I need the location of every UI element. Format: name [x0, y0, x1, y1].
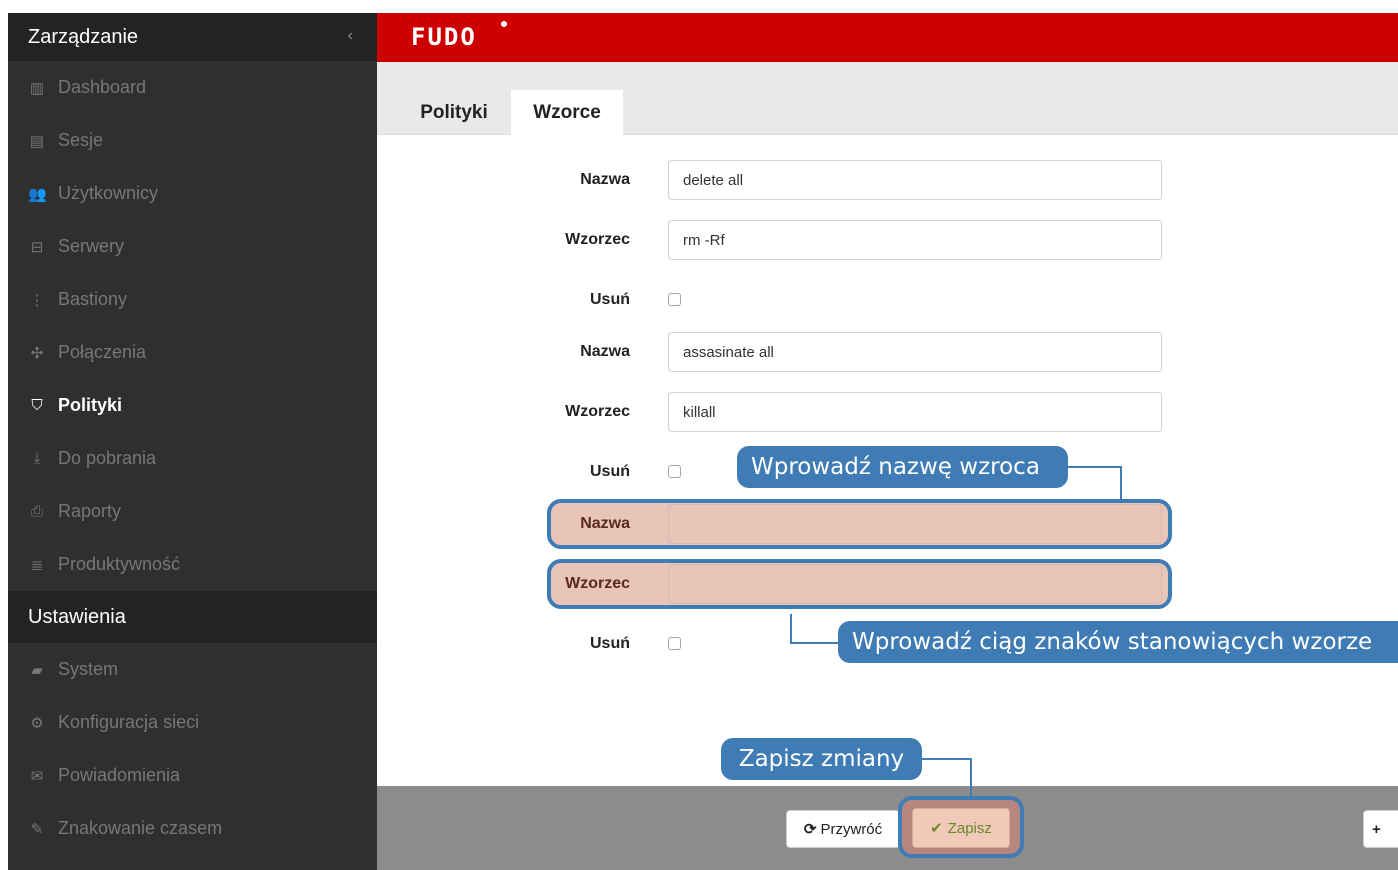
edit-icon: ✎: [30, 820, 44, 838]
sidebar-item-bastions[interactable]: ⋮ Bastiony: [8, 273, 377, 326]
bastion-icon: ⋮: [29, 291, 45, 309]
sidebar-item-servers[interactable]: ⊟ Serwery: [8, 220, 377, 273]
logo-dot: [501, 21, 507, 27]
sidebar-section-settings-title: Ustawienia: [28, 605, 126, 628]
delete-checkbox[interactable]: [668, 293, 681, 306]
callout-connector: [790, 614, 792, 644]
pattern-label: Wzorzec: [565, 575, 630, 592]
sidebar-item-notifications[interactable]: ✉ Powiadomienia: [8, 749, 377, 802]
sidebar-item-label: Sesje: [58, 130, 104, 150]
callout-connector: [790, 642, 840, 644]
pattern-input[interactable]: killall: [668, 392, 1162, 432]
sidebar-item-dashboard[interactable]: ▥ Dashboard: [8, 61, 377, 114]
callout-connector: [1068, 466, 1122, 468]
delete-label: Usuń: [590, 463, 630, 480]
delete-label: Usuń: [590, 291, 630, 308]
dashboard-icon: ▥: [29, 79, 45, 97]
sidebar-item-label: Bastiony: [58, 289, 128, 309]
top-bar: FUDO: [377, 13, 1398, 62]
delete-checkbox[interactable]: [668, 465, 681, 478]
callout-connector: [922, 758, 972, 760]
pattern-label: Wzorzec: [565, 403, 630, 420]
callout-connector: [970, 758, 972, 798]
envelope-icon: ✉: [30, 767, 44, 785]
folder-icon: ▰: [31, 661, 43, 679]
refresh-icon: ⟳: [803, 821, 817, 838]
save-button[interactable]: ✔ Zapisz: [912, 808, 1010, 848]
sidebar-item-label: Znakowanie czasem: [58, 818, 223, 838]
sidebar-item-label: Konfiguracja sieci: [58, 712, 200, 732]
connections-icon: ✣: [30, 344, 44, 362]
add-button[interactable]: +: [1363, 810, 1398, 848]
sidebar-item-timestamping[interactable]: ✎ Znakowanie czasem: [8, 802, 377, 855]
gears-icon: ⚙: [30, 714, 44, 732]
sidebar-item-downloads[interactable]: ⤓ Do pobrania: [8, 432, 377, 485]
sidebar-item-reports[interactable]: ⎙ Raporty: [8, 485, 377, 538]
name-input[interactable]: assasinate all: [668, 332, 1162, 372]
sidebar-item-label: Do pobrania: [58, 448, 157, 468]
sidebar-item-label: Użytkownicy: [58, 183, 159, 203]
sidebar-item-label: Dashboard: [58, 77, 147, 97]
restore-button-label: Przywróć: [820, 820, 883, 838]
name-label: Nazwa: [580, 515, 630, 532]
pattern-label: Wzorzec: [565, 231, 630, 248]
tab-policies[interactable]: Polityki: [399, 90, 509, 135]
plus-icon: +: [1372, 820, 1381, 838]
film-icon: ▤: [29, 132, 45, 150]
new-pattern-input[interactable]: [668, 564, 1162, 604]
tab-patterns[interactable]: Wzorce: [511, 90, 623, 135]
save-button-label: Zapisz: [947, 819, 992, 837]
sidebar-item-label: Powiadomienia: [58, 765, 181, 785]
sidebar-item-label: Połączenia: [58, 342, 147, 362]
check-icon: ✔: [930, 820, 943, 837]
sidebar-section-management-title: Zarządzanie: [28, 25, 139, 48]
list-icon: ≣: [30, 556, 44, 574]
print-icon: ⎙: [30, 503, 43, 520]
server-icon: ⊟: [30, 238, 44, 256]
callout-enter-pattern: Wprowadź ciąg znaków stanowiących wzorze: [838, 621, 1398, 663]
pattern-input[interactable]: rm -Rf: [668, 220, 1162, 260]
callout-save-changes: Zapisz zmiany: [721, 738, 922, 780]
sidebar-item-sessions[interactable]: ▤ Sesje: [8, 114, 377, 167]
sidebar: Zarządzanie ‹ ▥ Dashboard ▤ Sesje 👥 Użytkow…: [8, 13, 377, 870]
fudo-logo: FUDO: [411, 23, 477, 51]
collapse-sidebar-icon[interactable]: ‹: [348, 27, 353, 45]
new-name-input[interactable]: [668, 504, 1162, 544]
shield-icon: ⛉: [31, 397, 43, 414]
download-icon: ⤓: [33, 450, 41, 467]
sidebar-item-label: System: [58, 659, 119, 679]
tab-bar: Polityki Wzorce: [377, 62, 1398, 135]
sidebar-item-policies[interactable]: ⛉ Polityki: [8, 379, 377, 432]
sidebar-item-network[interactable]: ⚙ Konfiguracja sieci: [8, 696, 377, 749]
restore-button[interactable]: ⟳ Przywróć: [786, 810, 900, 848]
sidebar-item-connections[interactable]: ✣ Połączenia: [8, 326, 377, 379]
sidebar-item-label: Produktywność: [58, 554, 181, 574]
sidebar-item-label: Polityki: [58, 395, 123, 415]
sidebar-section-management: Zarządzanie ‹: [8, 13, 377, 61]
sidebar-item-label: Raporty: [58, 501, 122, 521]
name-input[interactable]: delete all: [668, 160, 1162, 200]
sidebar-item-users[interactable]: 👥 Użytkownicy: [8, 167, 377, 220]
name-label: Nazwa: [580, 171, 630, 188]
delete-label: Usuń: [590, 635, 630, 652]
sidebar-item-productivity[interactable]: ≣ Produktywność: [8, 538, 377, 591]
sidebar-item-system[interactable]: ▰ System: [8, 643, 377, 696]
users-icon: 👥: [28, 185, 47, 203]
callout-connector: [1120, 466, 1122, 499]
callout-enter-name: Wprowadź nazwę wzroca: [737, 446, 1068, 488]
sidebar-item-label: Serwery: [58, 236, 125, 256]
delete-checkbox[interactable]: [668, 637, 681, 650]
name-label: Nazwa: [580, 343, 630, 360]
sidebar-section-settings: Ustawienia: [8, 591, 377, 643]
